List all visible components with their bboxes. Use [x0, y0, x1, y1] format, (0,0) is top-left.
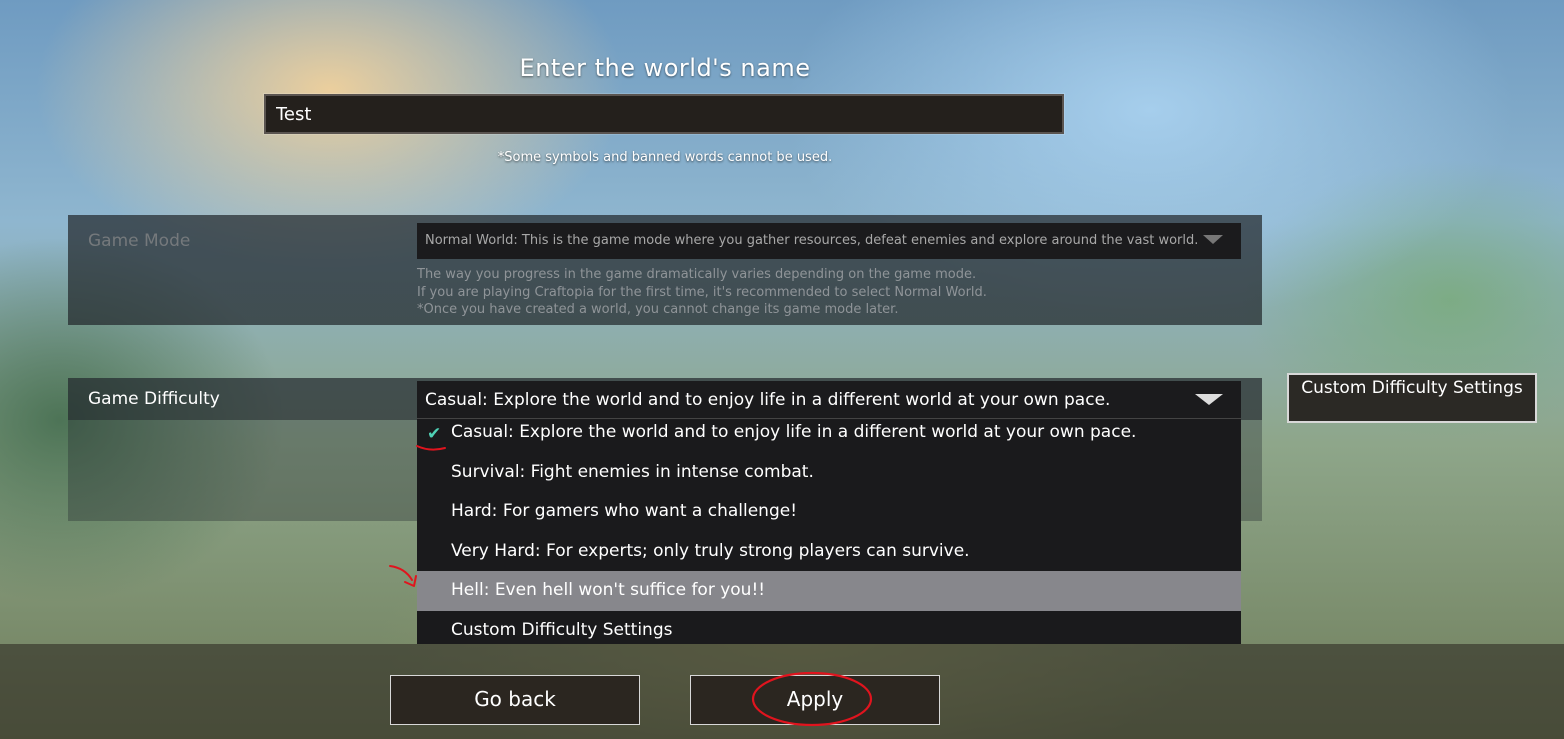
- game-mode-select: Normal World: This is the game mode wher…: [417, 223, 1241, 259]
- difficulty-option-casual[interactable]: ✔ Casual: Explore the world and to enjoy…: [417, 419, 1241, 453]
- game-difficulty-select[interactable]: Casual: Explore the world and to enjoy l…: [417, 381, 1241, 419]
- difficulty-option-survival[interactable]: Survival: Fight enemies in intense comba…: [417, 453, 1241, 493]
- difficulty-option-hard[interactable]: Hard: For gamers who want a challenge!: [417, 492, 1241, 532]
- game-mode-description: The way you progress in the game dramati…: [417, 266, 987, 319]
- game-mode-desc-line: *Once you have created a world, you cann…: [417, 302, 899, 317]
- game-mode-desc-line: The way you progress in the game dramati…: [417, 267, 977, 282]
- arrow-mark: [389, 565, 413, 581]
- game-mode-selected-value: Normal World: This is the game mode wher…: [425, 233, 1199, 248]
- game-mode-label: Game Mode: [88, 231, 191, 251]
- option-label: Very Hard: For experts; only truly stron…: [451, 541, 970, 561]
- arrow-head-mark: [404, 575, 417, 587]
- go-back-button[interactable]: Go back: [390, 675, 640, 725]
- chevron-down-icon: [1195, 394, 1223, 405]
- world-name-input[interactable]: [263, 93, 1065, 135]
- custom-difficulty-settings-button[interactable]: Custom Difficulty Settings: [1287, 373, 1537, 423]
- option-label: Survival: Fight enemies in intense comba…: [451, 462, 814, 482]
- option-label: Hard: For gamers who want a challenge!: [451, 501, 798, 521]
- difficulty-dropdown-list: ✔ Casual: Explore the world and to enjoy…: [417, 419, 1241, 644]
- difficulty-option-custom[interactable]: Custom Difficulty Settings: [417, 611, 1241, 644]
- option-label: Custom Difficulty Settings: [451, 620, 673, 640]
- world-name-note: *Some symbols and banned words cannot be…: [497, 150, 833, 165]
- game-difficulty-selected-value: Casual: Explore the world and to enjoy l…: [425, 390, 1111, 410]
- difficulty-option-very-hard[interactable]: Very Hard: For experts; only truly stron…: [417, 532, 1241, 572]
- checkmark-icon: ✔: [427, 424, 442, 444]
- chevron-down-icon: [1203, 235, 1223, 244]
- option-label: Hell: Even hell won't suffice for you!!: [451, 580, 766, 600]
- game-mode-desc-line: If you are playing Craftopia for the fir…: [417, 284, 987, 300]
- apply-button[interactable]: Apply: [690, 675, 940, 725]
- world-name-title: Enter the world's name: [519, 54, 811, 82]
- game-difficulty-label: Game Difficulty: [88, 389, 220, 409]
- difficulty-option-hell[interactable]: Hell: Even hell won't suffice for you!!: [417, 571, 1241, 611]
- option-label: Casual: Explore the world and to enjoy l…: [451, 422, 1137, 442]
